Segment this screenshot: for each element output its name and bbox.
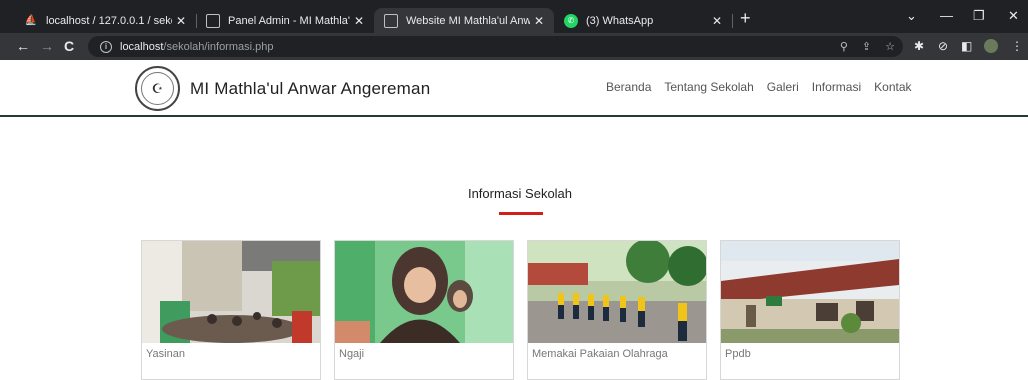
browser-tab-whatsapp[interactable]: ✆ (3) WhatsApp ✕ [554,8,732,33]
more-menu-icon[interactable]: ⋮ [1011,39,1023,53]
side-panel-icon[interactable]: ◧ [961,39,972,53]
browser-tab-bar: ⛵ localhost / 127.0.0.1 / sekolah | p ✕ … [0,0,1028,33]
site-info-icon[interactable]: i [100,40,112,53]
nav-kontak[interactable]: Kontak [874,80,911,94]
zoom-icon[interactable]: ⚲ [840,40,848,53]
site-brand[interactable]: MI Mathla'ul Anwar Angereman [190,79,430,99]
card-caption: Yasinan [146,348,185,360]
nav-informasi[interactable]: Informasi [812,80,861,94]
page-icon [206,13,220,28]
nav-beranda[interactable]: Beranda [606,80,651,94]
main-nav: Beranda Tentang Sekolah Galeri Informasi… [606,80,912,94]
share-icon[interactable]: ⇪ [862,40,871,53]
site-header: ☪ MI Mathla'ul Anwar Angereman Beranda T… [0,60,1028,117]
tab-search-icon[interactable]: ⌄ [906,8,917,24]
browser-toolbar: ← → C i localhost/sekolah/informasi.php … [0,33,1028,60]
card-caption: Ngaji [339,348,365,360]
close-tab-icon[interactable]: ✕ [350,14,368,28]
address-bar[interactable]: i localhost/sekolah/informasi.php ⚲ ⇪ ☆ [88,36,903,57]
restore-button[interactable]: ❐ [973,8,985,24]
profile-avatar[interactable] [984,39,998,53]
new-tab-button[interactable]: + [740,9,751,27]
nav-tentang-sekolah[interactable]: Tentang Sekolah [664,80,753,94]
card-caption: Memakai Pakaian Olahraga [532,348,668,360]
close-tab-icon[interactable]: ✕ [530,14,548,28]
bookmark-star-icon[interactable]: ☆ [885,40,895,53]
card-photo [335,241,513,343]
info-card-ngaji[interactable]: Ngaji [334,240,514,380]
title-underline [499,212,543,215]
minimize-button[interactable]: — [940,8,953,23]
address-host: localhost [120,40,164,53]
card-caption: Ppdb [725,348,751,360]
school-emblem-icon: ☪ [141,72,174,105]
browser-tab-website[interactable]: Website MI Mathla'ul Anwar Ang ✕ [374,8,554,33]
info-card-yasinan[interactable]: Yasinan [141,240,321,380]
phpmyadmin-icon: ⛵ [24,15,38,26]
close-tab-icon[interactable]: ✕ [708,14,726,28]
browser-tab-panel-admin[interactable]: Panel Admin - MI Mathla'ul Anwa ✕ [196,8,374,33]
reload-button[interactable]: C [64,38,74,54]
browser-tab-phpmyadmin[interactable]: ⛵ localhost / 127.0.0.1 / sekolah | p ✕ [14,8,196,33]
whatsapp-icon: ✆ [564,13,578,28]
page-icon [384,13,398,28]
section-title: Informasi Sekolah [467,186,573,201]
extensions-icon[interactable]: ✱ [914,39,924,53]
back-button[interactable]: ← [16,38,30,54]
close-window-button[interactable]: ✕ [1008,8,1019,24]
close-tab-icon[interactable]: ✕ [172,14,190,28]
address-path: /sekolah/informasi.php [163,40,274,53]
card-photo [721,241,899,343]
forward-button[interactable]: → [40,38,54,54]
info-card-pakaian-olahraga[interactable]: Memakai Pakaian Olahraga [527,240,707,380]
card-photo [142,241,320,343]
school-logo[interactable]: ☪ [135,66,180,111]
info-card-ppdb[interactable]: Ppdb [720,240,900,380]
extension-icon[interactable]: ⊘ [938,39,948,53]
nav-galeri[interactable]: Galeri [767,80,799,94]
card-photo [528,241,706,343]
